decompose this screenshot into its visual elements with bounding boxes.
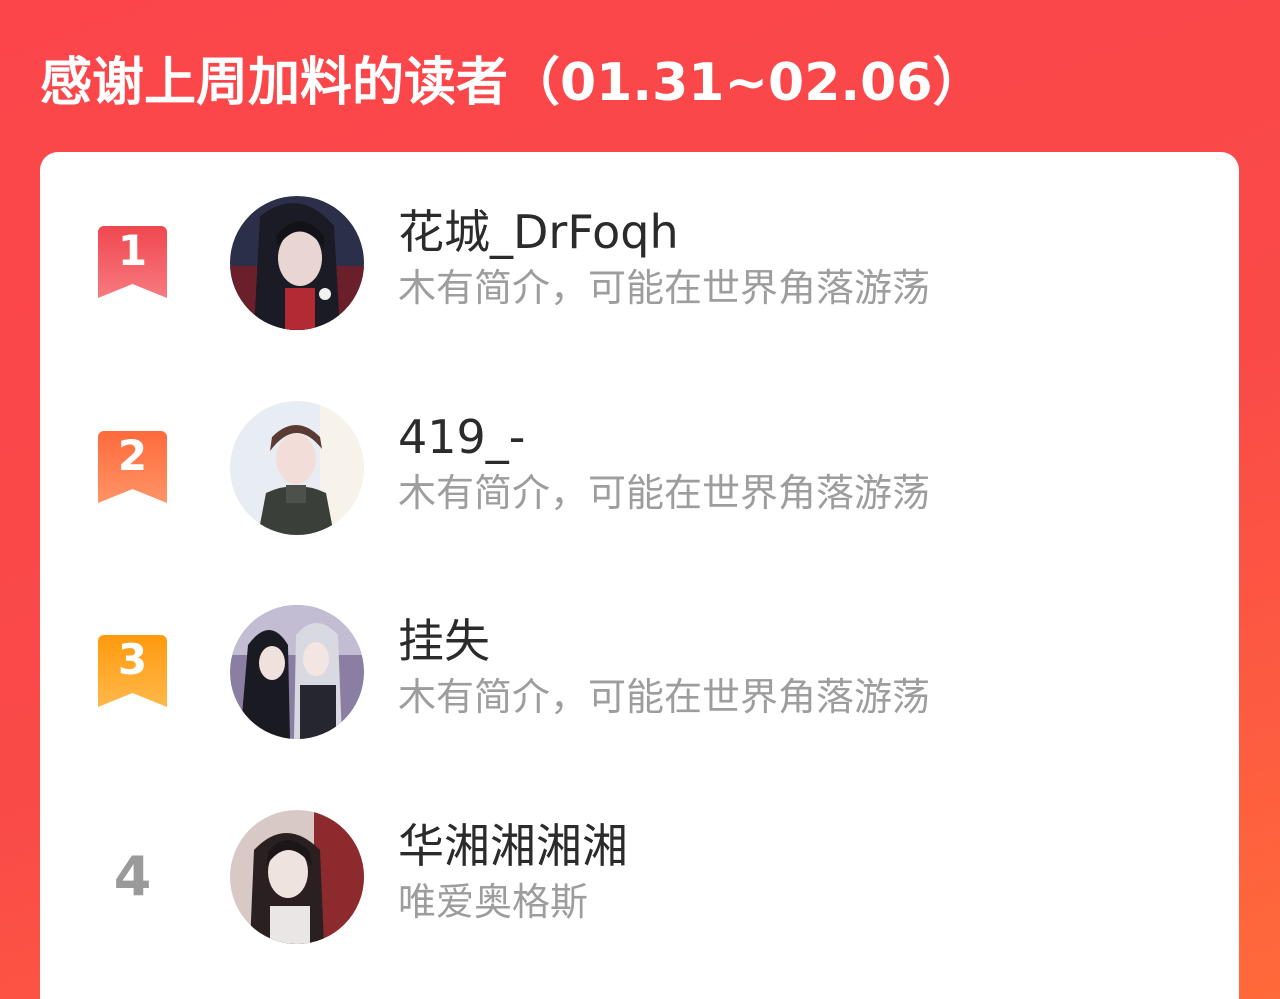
avatar[interactable] bbox=[230, 401, 364, 535]
reader-bio: 木有简介，可能在世界角落游荡 bbox=[398, 675, 931, 719]
avatar[interactable] bbox=[230, 810, 364, 944]
reader-bio: 唯爱奥格斯 bbox=[398, 880, 589, 924]
rank-number: 2 bbox=[117, 431, 148, 480]
list-item-reader-1[interactable]: 1 花城_DrFoqh 木有简介，可能在世界角落游荡 bbox=[40, 194, 1239, 334]
reader-name: 华湘湘湘湘 bbox=[398, 819, 628, 873]
reader-list: 1 花城_DrFoqh 木有简介，可能在世界角落游荡 2 419_- 木有简介，… bbox=[40, 152, 1239, 999]
rank-ribbon-icon: 3 bbox=[98, 635, 167, 707]
avatar[interactable] bbox=[230, 605, 364, 739]
page-title: 感谢上周加料的读者（01.31~02.06） bbox=[40, 53, 985, 113]
rank-number: 3 bbox=[117, 635, 148, 684]
list-item-reader-2[interactable]: 2 419_- 木有简介，可能在世界角落游荡 bbox=[40, 399, 1239, 539]
rank-ribbon-icon: 2 bbox=[98, 431, 167, 503]
reader-name: 挂失 bbox=[398, 614, 490, 668]
reader-bio: 木有简介，可能在世界角落游荡 bbox=[398, 471, 931, 515]
rank-ribbon-icon: 1 bbox=[98, 226, 167, 298]
avatar[interactable] bbox=[230, 196, 364, 330]
rank-number: 4 bbox=[113, 845, 152, 908]
list-item-reader-3[interactable]: 3 挂失 木有简介，可能在世界角落游荡 bbox=[40, 603, 1239, 743]
reader-name: 花城_DrFoqh bbox=[398, 205, 679, 259]
leaderboard-panel: 感谢上周加料的读者（01.31~02.06） 1 花城_DrFoqh 木有简介，… bbox=[0, 0, 1280, 999]
reader-name: 419_- bbox=[398, 410, 526, 464]
rank-number: 1 bbox=[117, 226, 148, 275]
list-item-reader-4[interactable]: 4 华湘湘湘湘 唯爱奥格斯 bbox=[40, 808, 1239, 948]
reader-bio: 木有简介，可能在世界角落游荡 bbox=[398, 266, 931, 310]
